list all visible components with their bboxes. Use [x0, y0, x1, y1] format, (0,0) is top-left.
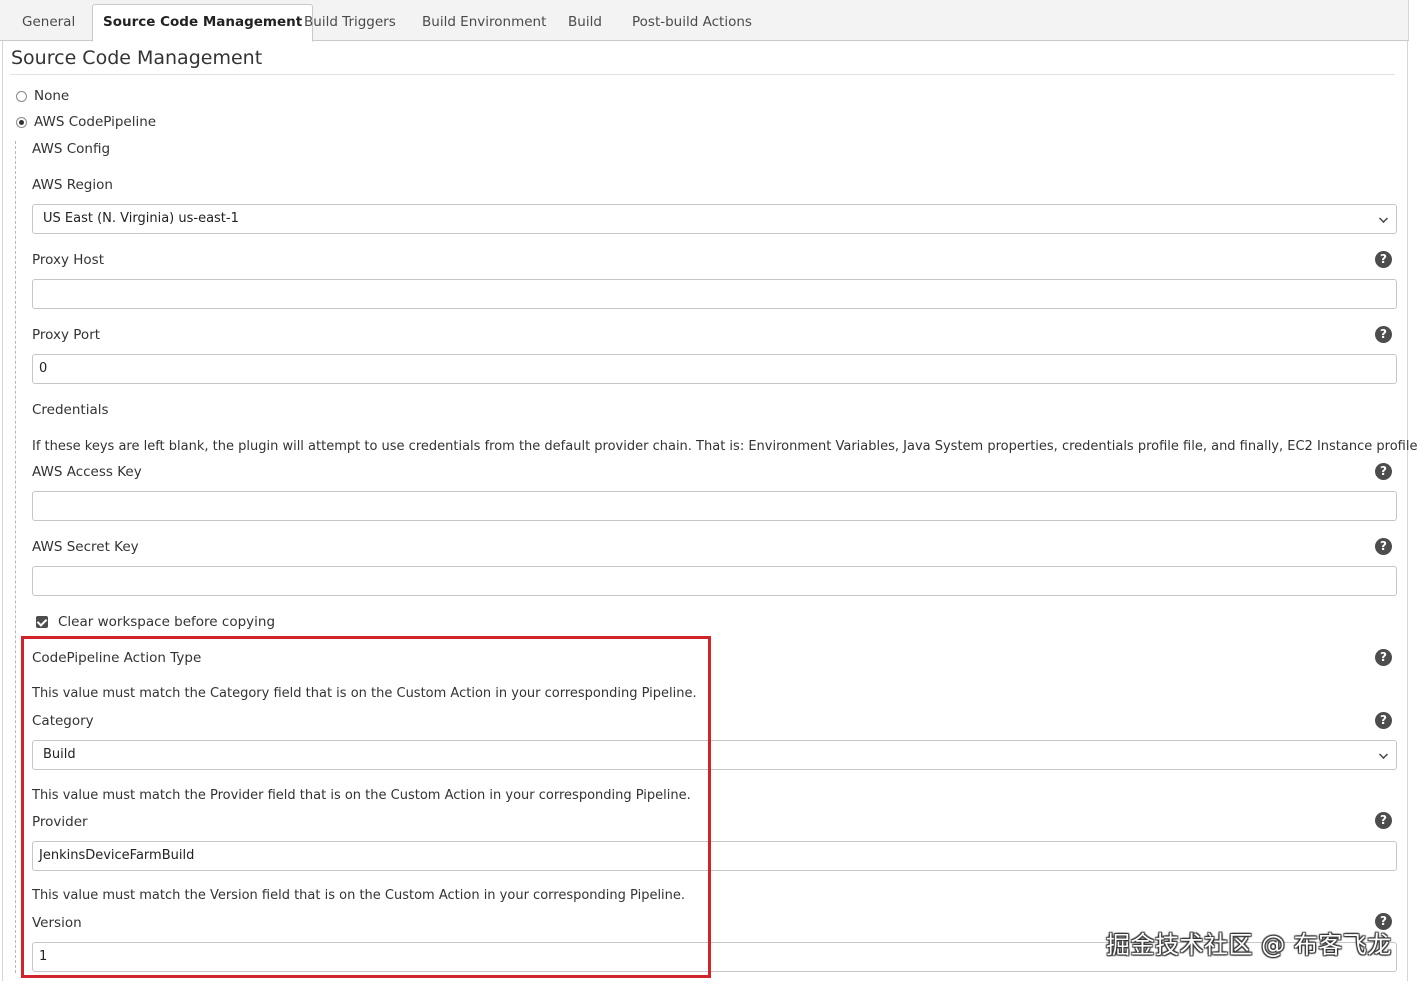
aws-region-value: US East (N. Virginia) us-east-1: [43, 211, 239, 226]
scm-aws-codepipeline-radio[interactable]: [16, 117, 27, 128]
scm-none-label: None: [34, 88, 70, 104]
help-icon[interactable]: ?: [1375, 251, 1392, 268]
clear-workspace-label: Clear workspace before copying: [58, 614, 276, 630]
category-select[interactable]: Build: [32, 740, 1397, 770]
help-icon[interactable]: ?: [1375, 463, 1392, 480]
config-tab-bar: General Source Code Management Build Tri…: [0, 0, 1409, 42]
action-type-heading: CodePipeline Action Type: [32, 650, 202, 666]
aws-region-select[interactable]: US East (N. Virginia) us-east-1: [32, 204, 1397, 234]
proxy-host-label: Proxy Host: [32, 252, 105, 268]
aws-config-heading: AWS Config: [32, 141, 111, 157]
proxy-port-input[interactable]: 0: [32, 354, 1397, 384]
tab-build-environment[interactable]: Build Environment: [412, 5, 556, 39]
provider-note: This value must match the Provider field…: [32, 788, 691, 803]
help-icon[interactable]: ?: [1375, 812, 1392, 829]
chevron-down-icon: [1379, 750, 1388, 759]
category-note: This value must match the Category field…: [32, 686, 697, 701]
scm-aws-codepipeline-label: AWS CodePipeline: [34, 114, 157, 130]
section-divider: [10, 74, 1395, 75]
credentials-heading: Credentials: [32, 402, 109, 418]
proxy-port-label: Proxy Port: [32, 327, 101, 343]
version-label: Version: [32, 915, 82, 931]
section-title: Source Code Management: [11, 47, 263, 69]
aws-secret-key-label: AWS Secret Key: [32, 539, 139, 555]
aws-secret-key-input[interactable]: [32, 566, 1397, 596]
help-icon[interactable]: ?: [1375, 326, 1392, 343]
chevron-down-icon: [1379, 214, 1388, 223]
category-label: Category: [32, 713, 94, 729]
provider-label: Provider: [32, 814, 88, 830]
clear-workspace-checkbox[interactable]: [36, 616, 48, 628]
tab-build[interactable]: Build: [558, 5, 612, 39]
frame-left-border: [2, 41, 3, 981]
aws-access-key-label: AWS Access Key: [32, 464, 142, 480]
tab-post-build-actions[interactable]: Post-build Actions: [622, 5, 762, 39]
scm-none-radio[interactable]: [16, 91, 27, 102]
version-note: This value must match the Version field …: [32, 888, 686, 903]
help-icon[interactable]: ?: [1375, 712, 1392, 729]
category-value: Build: [43, 747, 76, 762]
aws-access-key-input[interactable]: [32, 491, 1397, 521]
tab-general[interactable]: General: [12, 5, 85, 39]
tab-source-code-management[interactable]: Source Code Management: [92, 4, 314, 42]
provider-input[interactable]: JenkinsDeviceFarmBuild: [32, 841, 1397, 871]
nested-options-guide: [15, 141, 16, 973]
help-icon[interactable]: ?: [1375, 649, 1392, 666]
watermark: 掘金技术社区 @ 布客飞龙: [1106, 931, 1392, 959]
credentials-note: If these keys are left blank, the plugin…: [32, 439, 1418, 454]
proxy-host-input[interactable]: [32, 279, 1397, 309]
aws-region-label: AWS Region: [32, 177, 113, 193]
frame-right-border: [1407, 41, 1408, 981]
tab-build-triggers[interactable]: Build Triggers: [294, 5, 406, 39]
help-icon[interactable]: ?: [1375, 538, 1392, 555]
